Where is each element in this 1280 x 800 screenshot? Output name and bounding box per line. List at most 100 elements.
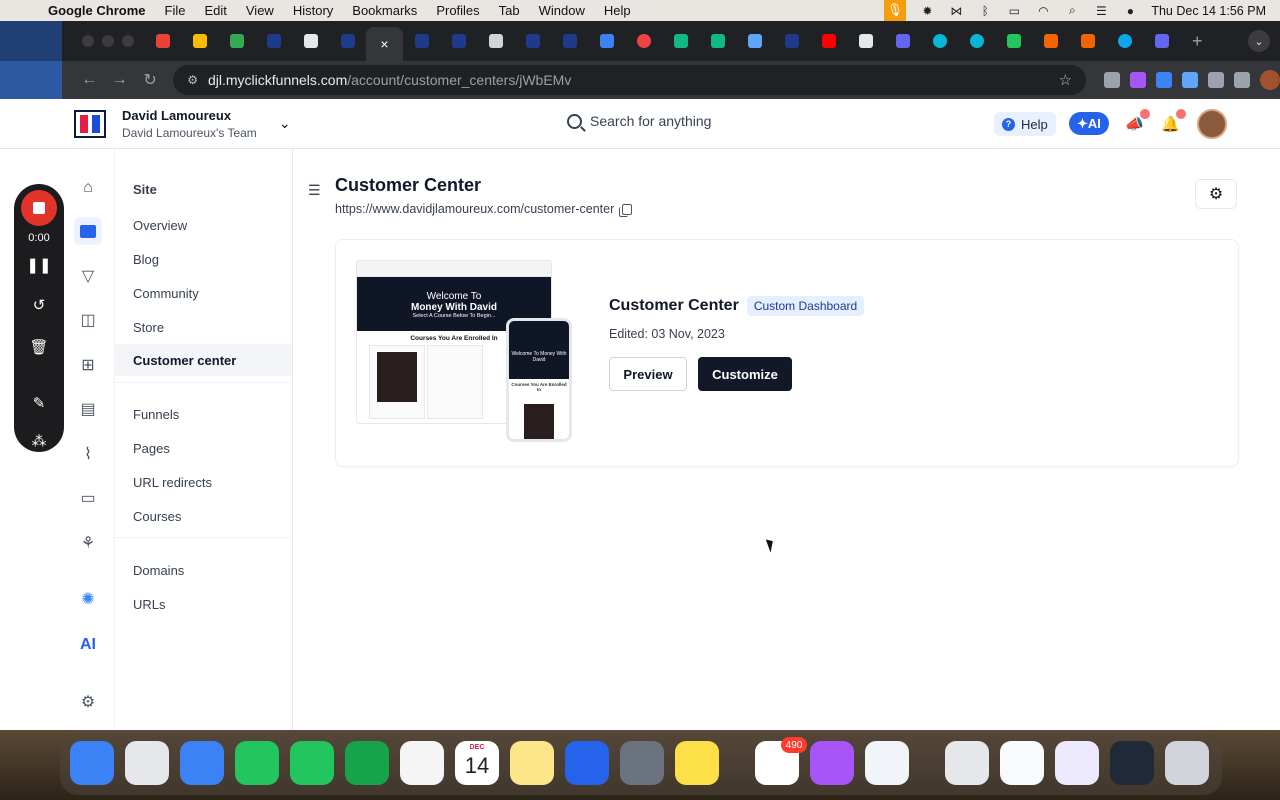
- tab-clickfunnels-3[interactable]: [403, 21, 440, 61]
- profile-avatar-icon[interactable]: [1260, 70, 1280, 90]
- sidebar-item-urls[interactable]: URLs: [115, 588, 292, 620]
- close-tab-icon[interactable]: ×: [380, 36, 388, 52]
- window-thumbnail-2[interactable]: [1000, 741, 1044, 785]
- growth-icon[interactable]: ⚘: [74, 529, 102, 557]
- tab-clickfunnels-9[interactable]: [847, 21, 884, 61]
- gear-status-icon[interactable]: ✹: [919, 4, 935, 18]
- devtools-extension-icon[interactable]: [1104, 72, 1121, 88]
- payments-icon[interactable]: ▭: [74, 484, 102, 512]
- photos-icon[interactable]: [400, 741, 444, 785]
- page-url[interactable]: https://www.davidjlamoureux.com/customer…: [335, 202, 614, 216]
- settings-button[interactable]: ⚙: [1195, 179, 1237, 209]
- calendar-icon[interactable]: DEC 14: [455, 741, 499, 785]
- menu-toggle-icon[interactable]: ☰: [308, 182, 321, 199]
- docs-extension-icon[interactable]: [1156, 72, 1173, 88]
- restart-icon[interactable]: ↺: [14, 296, 64, 314]
- sidebar-item-community[interactable]: Community: [115, 277, 292, 309]
- tab-vimeo[interactable]: [588, 21, 625, 61]
- bell-icon[interactable]: 🔔: [1161, 109, 1186, 133]
- tab-clickfunnels-6[interactable]: [514, 21, 551, 61]
- chevron-down-icon[interactable]: ⌄: [279, 115, 291, 132]
- menu-tab[interactable]: Tab: [499, 3, 520, 18]
- wifi-icon[interactable]: ◠: [1035, 4, 1051, 18]
- tab-record[interactable]: [625, 21, 662, 61]
- effects-icon[interactable]: ⁂: [14, 432, 64, 450]
- menu-bookmarks[interactable]: Bookmarks: [352, 3, 417, 18]
- tab-spark[interactable]: [884, 21, 921, 61]
- podcasts-icon[interactable]: [810, 741, 854, 785]
- tab-drop[interactable]: [1106, 21, 1143, 61]
- minimize-window-button[interactable]: [102, 35, 114, 47]
- tab-clickfunnels-8[interactable]: [773, 21, 810, 61]
- clickfunnels-logo[interactable]: [74, 109, 106, 138]
- site-icon[interactable]: [74, 217, 102, 245]
- ai-button[interactable]: ✦ AI: [1069, 112, 1109, 135]
- messages-icon[interactable]: [290, 741, 334, 785]
- zoom-window-button[interactable]: [122, 35, 134, 47]
- tab-drive[interactable]: [181, 21, 218, 61]
- window-thumbnail-1[interactable]: [945, 741, 989, 785]
- tab-clickfunnels-4[interactable]: [440, 21, 477, 61]
- ai-rail-icon[interactable]: AI: [74, 631, 102, 659]
- tab-search-icon[interactable]: ⌄: [1248, 30, 1270, 52]
- window-thumbnail-3[interactable]: [1055, 741, 1099, 785]
- tab-clickfunnels-5[interactable]: [477, 21, 514, 61]
- reload-icon[interactable]: ↻: [135, 70, 165, 90]
- battery-icon[interactable]: ▭: [1006, 4, 1022, 18]
- tab-youtube[interactable]: [810, 21, 847, 61]
- screen-extension-icon[interactable]: [1182, 72, 1199, 88]
- finder-icon[interactable]: [70, 741, 114, 785]
- menu-edit[interactable]: Edit: [204, 3, 226, 18]
- site-info-icon[interactable]: ⚙: [187, 73, 198, 87]
- spotlight-icon[interactable]: ⌕: [1064, 3, 1080, 17]
- preview-button[interactable]: Preview: [609, 357, 687, 391]
- sidebar-toggle-icon[interactable]: [1234, 72, 1251, 88]
- tab-linear[interactable]: [736, 21, 773, 61]
- butterfly-icon[interactable]: ⋈: [948, 4, 964, 18]
- tab-active[interactable]: ×: [366, 27, 403, 61]
- tab-leaf[interactable]: [995, 21, 1032, 61]
- tab-c-1[interactable]: [921, 21, 958, 61]
- trash-icon[interactable]: 🗑: [14, 338, 64, 356]
- tab-spark-2[interactable]: [1143, 21, 1180, 61]
- sidebar-item-overview[interactable]: Overview: [115, 209, 292, 241]
- tab-c-2[interactable]: [958, 21, 995, 61]
- menu-clock[interactable]: Thu Dec 14 1:56 PM: [1151, 4, 1266, 18]
- sidebar-item-url-redirects[interactable]: URL redirects: [115, 466, 292, 498]
- automation-gear-icon[interactable]: ✺: [74, 585, 102, 613]
- user-avatar[interactable]: [1197, 109, 1227, 139]
- launchpad-icon[interactable]: [125, 741, 169, 785]
- menu-view[interactable]: View: [246, 3, 274, 18]
- page-thumbnail[interactable]: Welcome To Money With David Select A Cou…: [356, 260, 572, 442]
- chrome-dock-icon[interactable]: [865, 741, 909, 785]
- menu-history[interactable]: History: [293, 3, 333, 18]
- microphone-icon[interactable]: 🎙: [884, 0, 907, 21]
- announcements-icon[interactable]: 📣: [1125, 109, 1150, 133]
- puzzle-extension-icon[interactable]: [1208, 72, 1225, 88]
- tab-etsy-2[interactable]: [1069, 21, 1106, 61]
- store-icon[interactable]: ◫: [74, 306, 102, 334]
- menu-app-name[interactable]: Google Chrome: [48, 3, 146, 18]
- bluetooth-icon[interactable]: ᛒ: [977, 4, 993, 18]
- copy-icon[interactable]: [619, 203, 633, 217]
- control-center-icon[interactable]: ☰: [1093, 4, 1109, 18]
- tab-ps-1[interactable]: [662, 21, 699, 61]
- trash-dock-icon[interactable]: [1165, 741, 1209, 785]
- back-icon[interactable]: ←: [74, 71, 104, 89]
- tab-clickfunnels-2[interactable]: [329, 21, 366, 61]
- app-store-icon[interactable]: [565, 741, 609, 785]
- forward-icon[interactable]: →: [104, 71, 134, 89]
- sidebar-item-blog[interactable]: Blog: [115, 243, 292, 275]
- tab-ps-2[interactable]: [699, 21, 736, 61]
- url-field[interactable]: ⚙ djl.myclickfunnels.com/account/custome…: [173, 65, 1087, 95]
- analytics-icon[interactable]: ⌇: [74, 440, 102, 468]
- close-window-button[interactable]: [82, 35, 94, 47]
- stickies-icon[interactable]: [675, 741, 719, 785]
- help-button[interactable]: ? Help: [994, 112, 1056, 136]
- team-switcher[interactable]: David Lamoureux David Lamoureux's Team: [122, 108, 257, 140]
- siri-icon[interactable]: ●: [1122, 4, 1138, 18]
- customize-button[interactable]: Customize: [698, 357, 792, 391]
- contacts-icon[interactable]: ▤: [74, 395, 102, 423]
- pause-icon[interactable]: ❚❚: [14, 256, 64, 274]
- sidebar-item-store[interactable]: Store: [115, 311, 292, 343]
